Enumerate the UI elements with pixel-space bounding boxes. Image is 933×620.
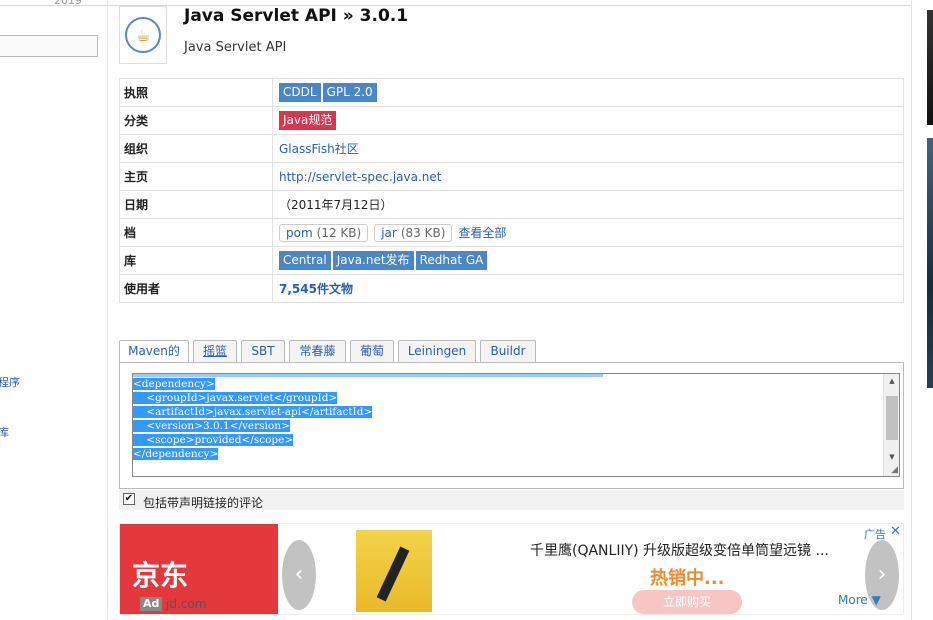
code-lines: <dependency> <groupId>javax.servlet</gro… <box>133 377 883 461</box>
table-row: 日期 （2011年7月12日） <box>119 190 904 219</box>
table-row: 使用者 7,545件文物 <box>119 274 904 303</box>
ad-footer: Ad jd.com More ▼ <box>120 588 903 614</box>
repos-label: 库 <box>119 246 273 275</box>
license-tag-cddl[interactable]: CDDL <box>279 83 321 102</box>
tab-leiningen[interactable]: Leiningen <box>398 340 476 362</box>
repo-tag-central[interactable]: Central <box>279 251 331 270</box>
homepage-link[interactable]: http://servlet-spec.java.net <box>279 170 442 184</box>
code-line: <groupId>javax.servlet</groupId> <box>133 392 338 404</box>
tab-buildr[interactable]: Buildr <box>480 340 536 362</box>
scroll-up-icon[interactable]: ▲ <box>884 374 899 388</box>
sidebar-link-program[interactable]: 程序 <box>0 374 20 390</box>
scrollbar-thumb[interactable] <box>886 396 898 440</box>
tab-grape[interactable]: 葡萄 <box>350 340 394 362</box>
sidebar-search-input[interactable] <box>0 35 98 57</box>
license-label: 执照 <box>119 78 273 107</box>
homepage-label: 主页 <box>119 162 273 191</box>
sidebar-image[interactable] <box>927 10 933 125</box>
file-jar-button[interactable]: jar (83 KB) <box>374 223 453 242</box>
table-row: 主页 http://servlet-spec.java.net <box>119 162 904 191</box>
sidebar-image[interactable] <box>927 138 933 388</box>
include-comment-label: 包括带声明链接的评论 <box>143 496 264 510</box>
tab-sbt[interactable]: SBT <box>241 340 285 362</box>
page-title: Java Servlet API » 3.0.1 <box>184 6 409 26</box>
code-line: </dependency> <box>133 448 219 460</box>
vertical-scrollbar[interactable]: ▲ ▼ <box>883 374 899 476</box>
org-link[interactable]: GlassFish社区 <box>279 142 359 156</box>
table-row: 执照 CDDL GPL 2.0 <box>119 78 904 107</box>
tab-gradle[interactable]: 摇篮 <box>193 340 237 362</box>
ad-close-icon[interactable]: ✕ <box>890 524 901 539</box>
table-row: 库 Central Java.net发布 Redhat GA <box>119 246 904 275</box>
artifact-info-table: 执照 CDDL GPL 2.0 分类 Java规范 组织 GlassFish社区 … <box>119 78 904 303</box>
date-label: 日期 <box>119 190 273 219</box>
code-line: <version>3.0.1</version> <box>133 420 290 432</box>
category-tag[interactable]: Java规范 <box>279 111 337 130</box>
artifact-header: ☕ Java Servlet API » 3.0.1 Java Servlet … <box>119 6 904 71</box>
files-label: 档 <box>119 218 273 247</box>
right-sidebar <box>911 0 933 620</box>
project-logo: ☕ <box>119 6 167 64</box>
used-by-label: 使用者 <box>119 274 273 303</box>
table-row: 档 pom (12 KB) jar (83 KB) 查看全部 <box>119 218 904 247</box>
ad-more-link[interactable]: More ▼ <box>838 593 881 607</box>
tab-ivy[interactable]: 常春藤 <box>289 340 346 362</box>
org-label: 组织 <box>119 134 273 163</box>
dependency-snippet-textarea[interactable]: <dependency> <groupId>javax.servlet</gro… <box>132 373 900 477</box>
sidebar-link-library[interactable]: 库 <box>0 424 9 440</box>
ad-badge[interactable]: 广告 <box>864 526 886 542</box>
sidebar-year: 2019 <box>54 0 82 7</box>
page-subtitle: Java Servlet API <box>184 40 287 55</box>
ad-title[interactable]: 千里鹰(QANLIIY) 升级版超级变倍单筒望远镜 ... <box>530 540 829 560</box>
tab-maven[interactable]: Maven的 <box>119 340 189 363</box>
file-pom-button[interactable]: pom (12 KB) <box>279 223 369 242</box>
code-line: <scope>provided</scope> <box>133 434 294 446</box>
category-label: 分类 <box>119 106 273 135</box>
include-comment-checkbox[interactable]: ✔ <box>123 493 135 505</box>
left-sidebar: 2019 程序 库 <box>0 0 108 620</box>
table-row: 分类 Java规范 <box>119 106 904 135</box>
code-line: <dependency> <box>133 378 215 390</box>
resize-handle-icon[interactable]: ◢ <box>891 465 898 475</box>
scroll-down-icon[interactable]: ▼ <box>884 450 899 464</box>
dependency-panel: <dependency> <groupId>javax.servlet</gro… <box>119 362 904 489</box>
code-line: <artifactId>javax.servlet-api</artifactI… <box>133 406 373 418</box>
license-values: CDDL GPL 2.0 <box>272 78 904 107</box>
repo-tag-javanet[interactable]: Java.net发布 <box>332 251 414 270</box>
page: 2019 程序 库 ☕ Java Servlet API » 3.0.1 Jav… <box>0 0 933 620</box>
repo-tag-redhat[interactable]: Redhat GA <box>415 251 488 270</box>
advertisement[interactable]: 京东 ‹ 千里鹰(QANLIIY) 升级版超级变倍单筒望远镜 ... 热销中..… <box>119 523 904 615</box>
used-by-link[interactable]: 7,545件文物 <box>279 282 353 296</box>
date-value: （2011年7月12日） <box>272 190 904 219</box>
view-all-link[interactable]: 查看全部 <box>458 226 506 240</box>
java-coffee-icon: ☕ <box>125 17 161 53</box>
ad-label: Ad <box>140 597 163 611</box>
ad-domain: jd.com <box>166 597 207 611</box>
table-row: 组织 GlassFish社区 <box>119 134 904 163</box>
license-tag-gpl[interactable]: GPL 2.0 <box>322 83 377 102</box>
include-comment-row: ✔ 包括带声明链接的评论 <box>119 490 904 510</box>
ad-hot-label: 热销中... <box>650 568 725 589</box>
